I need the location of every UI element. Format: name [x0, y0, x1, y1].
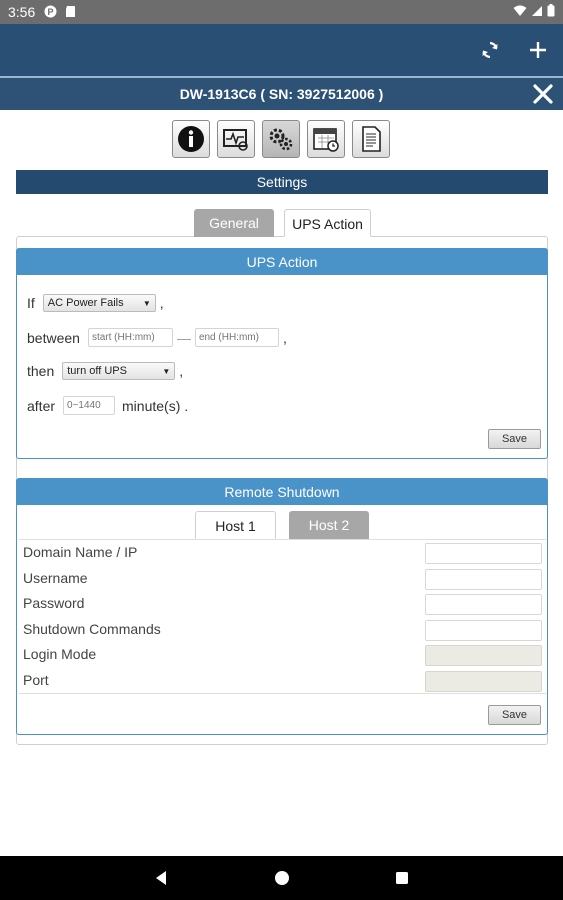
status-indicators — [513, 4, 555, 17]
field-row-password: Password — [19, 591, 546, 617]
condition-select-value: AC Power Fails — [47, 297, 124, 309]
info-button[interactable] — [172, 120, 210, 158]
delay-row: after minute(s) . — [27, 396, 188, 415]
username-label: Username — [23, 569, 88, 586]
delay-minutes-input[interactable] — [63, 396, 116, 415]
field-row-login-mode: Login Mode — [19, 642, 546, 668]
field-row-shutdown-commands: Shutdown Commands — [19, 617, 546, 643]
svg-text:P: P — [47, 7, 53, 17]
schedule-button[interactable] — [307, 120, 345, 158]
log-button[interactable] — [352, 120, 390, 158]
info-icon — [178, 126, 204, 152]
end-time-input[interactable] — [194, 328, 279, 347]
settings-button[interactable] — [262, 120, 300, 158]
password-label: Password — [23, 595, 85, 611]
recents-icon[interactable] — [392, 868, 412, 888]
port-label: Port — [23, 671, 49, 688]
remote-shutdown-header: Remote Shutdown — [17, 479, 547, 505]
minutes-unit-label: minute(s) . — [122, 397, 189, 414]
condition-row: If AC Power Fails ▼ , — [27, 294, 164, 312]
port-input — [425, 670, 542, 692]
cell-signal-icon — [532, 5, 542, 16]
login-mode-label: Login Mode — [23, 646, 97, 662]
if-label: If — [27, 295, 35, 311]
shutdown-commands-label: Shutdown Commands — [23, 620, 161, 637]
chevron-down-icon: ▼ — [142, 298, 151, 308]
device-toolbar — [0, 118, 563, 160]
monitor-icon — [223, 129, 248, 151]
password-input[interactable] — [425, 594, 542, 615]
sd-card-icon — [66, 6, 75, 17]
domain-input[interactable] — [425, 543, 542, 564]
status-time: 3:56 — [8, 4, 36, 20]
monitor-button[interactable] — [217, 120, 255, 158]
condition-select[interactable]: AC Power Fails ▼ — [42, 294, 156, 312]
condition-comma: , — [159, 295, 164, 311]
time-range-comma: , — [282, 329, 287, 346]
tab-host-1[interactable]: Host 1 — [195, 511, 276, 539]
dialog-title-bar: DW-1913C6 ( SN: 3927512006 ) — [0, 76, 563, 110]
log-document-icon — [362, 126, 381, 152]
settings-header: Settings — [16, 170, 548, 194]
username-input[interactable] — [425, 568, 542, 590]
refresh-button[interactable] — [476, 36, 504, 64]
ups-action-panel: UPS Action If AC Power Fails ▼ , between… — [16, 248, 548, 459]
remote-shutdown-save-button[interactable]: Save — [488, 705, 541, 725]
settings-gears-icon — [269, 128, 293, 151]
action-comma: , — [179, 363, 184, 379]
between-label: between — [27, 329, 80, 346]
chevron-down-icon: ▼ — [162, 366, 171, 376]
close-icon[interactable] — [531, 82, 555, 106]
refresh-icon — [482, 41, 498, 59]
status-bar: 3:56 P — [0, 0, 563, 24]
start-time-input[interactable] — [87, 328, 173, 347]
device-title: DW-1913C6 ( SN: 3927512006 ) — [179, 86, 384, 102]
app-bar — [0, 24, 563, 76]
add-button[interactable] — [524, 36, 552, 64]
remote-shutdown-panel: Remote Shutdown Host 1 Host 2 Domain Nam… — [16, 478, 548, 735]
action-row: then turn off UPS ▼ , — [27, 362, 183, 380]
battery-icon — [547, 4, 555, 17]
tab-host-2[interactable]: Host 2 — [289, 511, 369, 539]
then-label: then — [27, 363, 55, 379]
action-select-value: turn off UPS — [67, 365, 127, 377]
field-row-domain: Domain Name / IP — [19, 540, 546, 566]
ups-action-header: UPS Action — [17, 249, 547, 275]
notification-app-icon: P — [44, 5, 57, 18]
login-mode-input — [425, 645, 542, 666]
domain-label: Domain Name / IP — [23, 544, 138, 560]
wifi-icon — [513, 5, 527, 16]
range-dash: — — [176, 329, 191, 346]
ups-action-save-button[interactable]: Save — [488, 429, 541, 449]
back-icon[interactable] — [151, 868, 171, 888]
field-row-username: Username — [19, 566, 546, 592]
action-select[interactable]: turn off UPS ▼ — [62, 362, 176, 380]
plus-icon — [530, 42, 546, 58]
tab-ups-action[interactable]: UPS Action — [284, 209, 371, 237]
schedule-calendar-icon — [313, 128, 339, 152]
home-icon[interactable] — [272, 868, 292, 888]
shutdown-commands-input[interactable] — [425, 619, 542, 641]
host-fields: Domain Name / IP Username Password Shutd… — [19, 539, 546, 694]
system-nav-bar — [0, 856, 563, 900]
tab-general[interactable]: General — [194, 209, 274, 237]
after-label: after — [27, 397, 56, 414]
field-row-port: Port — [19, 668, 546, 694]
time-range-row: between — , — [27, 328, 287, 347]
